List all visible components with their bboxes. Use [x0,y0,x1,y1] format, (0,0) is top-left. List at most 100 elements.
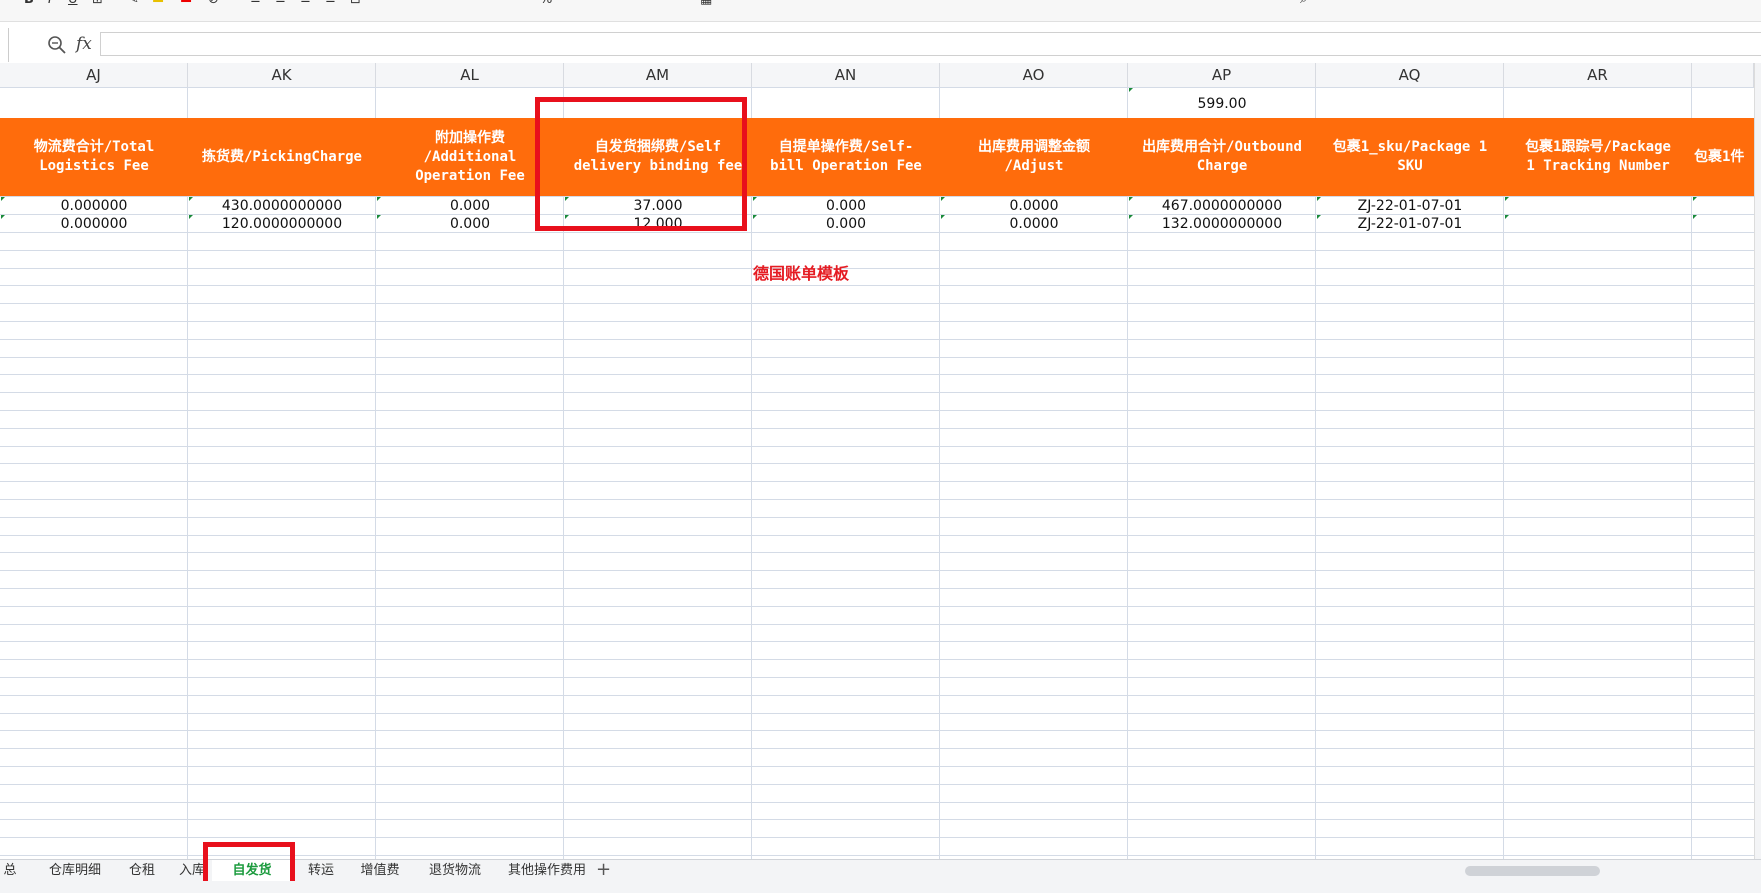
grid-hline [0,232,1754,233]
sheet-tab-7[interactable]: 退货物流 [418,860,492,882]
percent-icon[interactable]: % [540,0,552,7]
add-sheet-icon[interactable]: + [596,859,611,880]
cell-aq-r3[interactable]: ZJ-22-01-07-01 [1316,216,1504,232]
cell-ao-r3[interactable]: 0.0000 [940,216,1128,232]
grid-hline [0,713,1754,714]
grid-hline [0,268,1754,269]
column-letter-an[interactable]: AN [752,63,940,87]
header-line: Logistics Fee [39,158,149,174]
header-cell-next[interactable]: 包裹1件 [1692,118,1754,196]
zoom-icon[interactable] [46,34,68,56]
vertical-scrollbar[interactable] [1754,63,1761,859]
fill-color-icon[interactable]: ▬ [152,0,164,7]
font-color-icon[interactable]: ▬ [180,0,192,7]
grid-hline [0,214,1754,215]
grid-hline [0,374,1754,375]
eraser-icon[interactable]: ✎ [128,0,139,7]
cell-aj-r3[interactable]: 0.000000 [0,216,188,232]
cell-ap-r3[interactable]: 132.0000000000 [1128,216,1316,232]
column-letter-ak[interactable]: AK [188,63,376,87]
header-line: Charge [1196,158,1248,174]
grid-hline [0,428,1754,429]
align-left-icon[interactable]: ≡ [250,0,261,7]
name-box[interactable] [0,28,9,62]
merge-icon[interactable]: ⊟ [350,0,361,7]
cell-ao-r2[interactable]: 0.0000 [940,198,1128,214]
column-headers: AJ AK AL AM AN AO AP AQ AR [0,63,1754,88]
sheet-tab-0[interactable]: 总 [0,860,20,882]
horizontal-scrollbar[interactable] [960,865,1730,877]
annotation-text: 德国账单模板 [753,264,850,283]
grid-hline [0,837,1754,838]
header-cell-ap[interactable]: 出库费用合计/Outbound Charge [1128,118,1316,196]
cell-grid[interactable]: 0.000000 0.000000 430.0000000000 120.000000… [0,87,1754,859]
cell-aq-r2[interactable]: ZJ-22-01-07-01 [1316,198,1504,214]
grid-hline [0,339,1754,340]
cell-ap-r1[interactable]: 599.00 [1128,96,1316,112]
cell-aj-r2[interactable]: 0.000000 [0,198,188,214]
header-cell-ak[interactable]: 拣货费/PickingCharge [188,118,376,196]
grid-vline [939,87,940,859]
grid-hline [0,588,1754,589]
header-line: 拣货费/PickingCharge [201,148,362,165]
horizontal-scroll-thumb[interactable] [1465,866,1600,876]
header-line: 出库费用调整金额 [978,139,1090,155]
column-letter-ar[interactable]: AR [1504,63,1692,87]
column-letter-ap[interactable]: AP [1128,63,1316,87]
grid-hline [0,463,1754,464]
sheet-tab-8[interactable]: 其他操作费用 [502,860,592,882]
status-bar [0,881,1761,893]
format-icon[interactable]: ▦ [700,0,712,7]
cell-ak-r2[interactable]: 430.0000000000 [188,198,376,214]
italic-icon[interactable]: I [48,0,52,7]
header-line: Operation Fee [415,167,525,184]
grid-hline [0,481,1754,482]
grid-vline [1315,87,1316,859]
column-letter-am[interactable]: AM [564,63,752,87]
sheet-tab-2[interactable]: 仓租 [118,860,166,882]
grid-vline [751,87,752,859]
column-letter-al[interactable]: AL [376,63,564,87]
column-letter-aj[interactable]: AJ [0,63,188,87]
grid-hline [0,410,1754,411]
grid-hline [0,303,1754,304]
grid-hline [0,695,1754,696]
column-letter-aq[interactable]: AQ [1316,63,1504,87]
justify-icon[interactable]: ≡ [325,0,336,7]
grid-hline [0,535,1754,536]
grid-hline [0,570,1754,571]
sheet-tab-6[interactable]: 增值费 [352,860,408,882]
column-letter-ao[interactable]: AO [940,63,1128,87]
header-line: 自提单操作费/Self- [778,139,914,155]
column-letter-next[interactable] [1692,63,1754,87]
grid-hline [0,357,1754,358]
border-icon[interactable]: ⊞ [92,0,103,7]
clear-icon[interactable]: ⊘ [208,0,219,7]
align-center-icon[interactable]: ≡ [275,0,286,7]
underline-icon[interactable]: U [68,0,78,7]
header-cell-ao[interactable]: 出库费用调整金额/Adjust [940,118,1128,196]
cell-an-r2[interactable]: 0.000 [752,198,940,214]
formula-input[interactable] [100,32,1761,56]
header-cell-an[interactable]: 自提单操作费/Self-bill Operation Fee [752,118,940,196]
bold-icon[interactable]: B [24,0,34,7]
ribbon-toolbar: B I U ⊞ ✎ ▬ ▬ ⊘ ≡ ≡ ≡ ≡ ⊟ % ▦ ⌕ [0,0,1761,22]
grid-hline [0,730,1754,731]
header-cell-ar[interactable]: 包裹1跟踪号/Package 1 Tracking Number [1504,118,1692,196]
header-line: 包裹1_sku/Package 1 [1332,139,1488,155]
header-cell-aq[interactable]: 包裹1_sku/Package 1 SKU [1316,118,1504,196]
cell-ap-r2[interactable]: 467.0000000000 [1128,198,1316,214]
fx-icon[interactable]: fx [76,34,92,54]
header-cell-aj[interactable]: 物流费合计/Total Logistics Fee [0,118,188,196]
cell-ak-r3[interactable]: 120.0000000000 [188,216,376,232]
find-icon[interactable]: ⌕ [1300,0,1307,7]
sheet-tab-5[interactable]: 转运 [299,860,343,882]
sheet-tab-1[interactable]: 仓库明细 [40,860,110,882]
cell-an-r3[interactable]: 0.000 [752,216,940,232]
grid-hline [0,321,1754,322]
header-line: 物流费合计/Total [33,139,155,155]
header-line: 包裹1件 [1694,148,1745,165]
grid-hline [0,285,1754,286]
align-right-icon[interactable]: ≡ [300,0,311,7]
grid-vline [375,87,376,859]
